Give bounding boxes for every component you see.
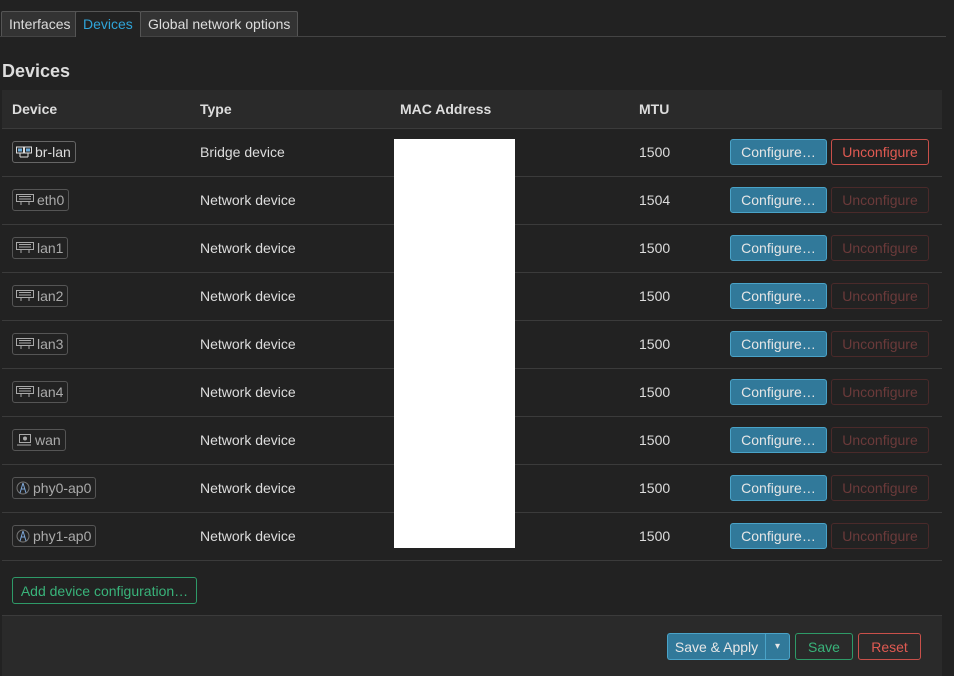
page-title: Devices [2,61,71,81]
unconfigure-button[interactable]: Unconfigure [831,283,929,309]
device-name: lan2 [37,288,64,304]
wan-port-icon [16,433,32,447]
device-name: lan4 [37,384,64,400]
device-name: lan1 [37,240,64,256]
header-type: Type [200,101,232,117]
device-badge: lan4 [12,381,69,403]
configure-button[interactable]: Configure… [730,379,827,405]
table-header: Device Type MAC Address MTU [2,90,942,129]
device-type: Network device [200,384,296,400]
configure-button[interactable]: Configure… [730,235,827,261]
device-badge: lan2 [12,285,69,307]
device-badge: eth0 [12,189,70,211]
header-mac-address: MAC Address [400,101,492,117]
device-type: Network device [200,192,296,208]
unconfigure-button[interactable]: Unconfigure [831,523,929,549]
tab-bar: Interfaces Devices Global network option… [0,11,946,37]
device-type: Network device [200,528,296,544]
tab-interfaces[interactable]: Interfaces [1,11,79,36]
save-apply-button[interactable]: Save & Apply [667,633,765,660]
configure-button[interactable]: Configure… [730,331,827,357]
device-mtu: 1500 [639,432,671,448]
device-mtu: 1500 [639,528,671,544]
unconfigure-button[interactable]: Unconfigure [831,139,929,165]
unconfigure-button[interactable]: Unconfigure [831,331,929,357]
device-type: Bridge device [200,144,285,160]
device-name: eth0 [37,192,65,208]
reset-button[interactable]: Reset [858,633,921,660]
device-name: phy1-ap0 [33,528,92,544]
configure-button[interactable]: Configure… [730,283,827,309]
ethernet-port-icon [16,193,34,207]
configure-button[interactable]: Configure… [730,523,827,549]
unconfigure-button[interactable]: Unconfigure [831,187,929,213]
device-mtu: 1500 [639,144,671,160]
configure-button[interactable]: Configure… [730,475,827,501]
device-badge: lan1 [12,237,69,259]
tab-devices[interactable]: Devices [75,11,141,37]
device-name: br-lan [35,144,71,160]
unconfigure-button[interactable]: Unconfigure [831,379,929,405]
header-device: Device [12,101,58,117]
configure-button[interactable]: Configure… [730,187,827,213]
header-mtu: MTU [639,101,670,117]
device-mtu: 1500 [639,336,671,352]
device-badge: br-lan [12,141,76,163]
unconfigure-button[interactable]: Unconfigure [831,475,929,501]
device-type: Network device [200,480,296,496]
device-mtu: 1500 [639,384,671,400]
device-name: lan3 [37,336,64,352]
device-badge: wan [12,429,66,451]
device-type: Network device [200,336,296,352]
configure-button[interactable]: Configure… [730,427,827,453]
bridge-icon [16,145,32,159]
device-type: Network device [200,288,296,304]
device-type: Network device [200,432,296,448]
device-type: Network device [200,240,296,256]
device-mtu: 1500 [639,480,671,496]
device-mtu: 1504 [639,192,671,208]
save-button[interactable]: Save [795,633,853,660]
unconfigure-button[interactable]: Unconfigure [831,427,929,453]
add-device-configuration-button[interactable]: Add device configuration… [12,577,197,604]
wireless-icon [16,480,30,496]
ethernet-port-icon [16,337,34,351]
mac-redaction-block [394,139,515,548]
ethernet-port-icon [16,385,34,399]
wireless-icon [16,528,30,544]
device-badge: lan3 [12,333,69,355]
device-mtu: 1500 [639,240,671,256]
ethernet-port-icon [16,289,34,303]
device-badge: phy1-ap0 [12,525,97,547]
device-badge: phy0-ap0 [12,477,97,499]
unconfigure-button[interactable]: Unconfigure [831,235,929,261]
device-name: phy0-ap0 [33,480,92,496]
save-apply-dropdown-button[interactable]: ▾ [765,633,790,660]
device-mtu: 1500 [639,288,671,304]
ethernet-port-icon [16,241,34,255]
tab-global-network-options[interactable]: Global network options [140,11,299,36]
configure-button[interactable]: Configure… [730,139,827,165]
device-name: wan [35,432,61,448]
